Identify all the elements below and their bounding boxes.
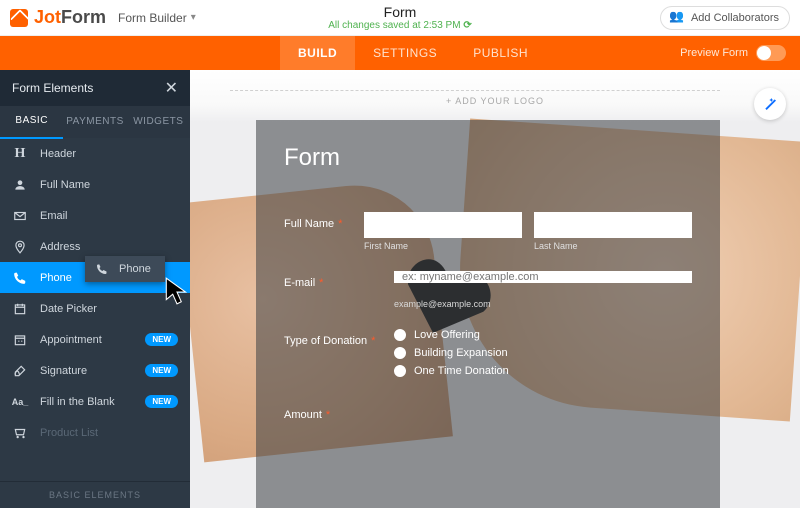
sidebar-item-fillblank[interactable]: Aa_ Fill in the Blank NEW bbox=[0, 386, 190, 417]
drag-preview-label: Phone bbox=[119, 263, 151, 275]
location-icon bbox=[12, 239, 28, 255]
sidebar-tabs: BASIC PAYMENTS WIDGETS bbox=[0, 106, 190, 138]
collab-label: Add Collaborators bbox=[691, 12, 779, 24]
drag-preview: Phone bbox=[85, 256, 165, 282]
radio-icon bbox=[394, 347, 406, 359]
firstname-input[interactable] bbox=[364, 212, 522, 238]
sidebar-item-label: Email bbox=[40, 210, 68, 222]
field-email[interactable]: E-mail* example@example.com bbox=[284, 271, 692, 309]
sidebar-tab-widgets[interactable]: WIDGETS bbox=[127, 106, 190, 138]
tab-publish[interactable]: PUBLISH bbox=[455, 36, 546, 70]
radio-label: One Time Donation bbox=[414, 365, 509, 377]
sidebar-item-productlist[interactable]: Product List bbox=[0, 417, 190, 448]
builder-label-text: Form Builder bbox=[118, 11, 187, 25]
cart-icon bbox=[12, 425, 28, 441]
sidebar-item-label: Full Name bbox=[40, 179, 90, 191]
email-icon bbox=[12, 208, 28, 224]
sidebar-item-label: Date Picker bbox=[40, 303, 97, 315]
field-donation-type[interactable]: Type of Donation* Love Offering Building… bbox=[284, 329, 692, 377]
phone-icon bbox=[95, 262, 109, 276]
lastname-input[interactable] bbox=[534, 212, 692, 238]
preview-label: Preview Form bbox=[680, 47, 748, 59]
donation-label: Type of Donation* bbox=[284, 329, 394, 347]
new-badge: NEW bbox=[145, 395, 178, 408]
logo-text-jot: Jot bbox=[34, 7, 61, 27]
logo-icon bbox=[10, 9, 28, 27]
form-canvas: + ADD YOUR LOGO Form Full Name* First Na… bbox=[190, 70, 800, 508]
page-title: Form bbox=[328, 4, 471, 20]
signature-icon bbox=[12, 363, 28, 379]
radio-building-expansion[interactable]: Building Expansion bbox=[394, 347, 692, 359]
sidebar-title: Form Elements bbox=[12, 81, 93, 95]
radio-love-offering[interactable]: Love Offering bbox=[394, 329, 692, 341]
add-logo-placeholder[interactable]: + ADD YOUR LOGO bbox=[446, 96, 544, 106]
form-title[interactable]: Form bbox=[284, 144, 692, 172]
appointment-icon bbox=[12, 332, 28, 348]
person-icon bbox=[12, 177, 28, 193]
calendar-icon bbox=[12, 301, 28, 317]
sidebar-item-label: Header bbox=[40, 148, 76, 160]
fullname-label: Full Name* bbox=[284, 212, 364, 230]
element-list: H Header Full Name Email Address Phone bbox=[0, 138, 190, 481]
cursor-icon bbox=[164, 276, 190, 311]
add-collaborators-button[interactable]: Add Collaborators bbox=[660, 6, 790, 30]
logo-text: JotForm bbox=[34, 7, 106, 28]
email-hint: example@example.com bbox=[394, 299, 692, 309]
radio-icon bbox=[394, 329, 406, 341]
tab-build[interactable]: BUILD bbox=[280, 36, 355, 70]
logo[interactable]: JotForm bbox=[10, 7, 106, 28]
sidebar-item-label: Appointment bbox=[40, 334, 102, 346]
tab-settings[interactable]: SETTINGS bbox=[355, 36, 455, 70]
field-amount[interactable]: Amount* bbox=[284, 403, 692, 421]
sidebar-item-datepicker[interactable]: Date Picker bbox=[0, 293, 190, 324]
radio-label: Building Expansion bbox=[414, 347, 508, 359]
sidebar-header: Form Elements ✕ bbox=[0, 70, 190, 106]
amount-label: Amount* bbox=[284, 403, 394, 421]
fillblank-icon: Aa_ bbox=[12, 394, 28, 410]
close-icon[interactable]: ✕ bbox=[165, 78, 178, 98]
sidebar-item-appointment[interactable]: Appointment NEW bbox=[0, 324, 190, 355]
email-label: E-mail* bbox=[284, 271, 394, 289]
preview-toggle-area: Preview Form bbox=[680, 45, 800, 61]
logo-text-form: Form bbox=[61, 7, 106, 27]
sidebar-tab-basic[interactable]: BASIC bbox=[0, 105, 63, 139]
header-dashed-line bbox=[230, 90, 720, 91]
sidebar-item-header[interactable]: H Header bbox=[0, 138, 190, 169]
save-status: All changes saved at 2:53 PM ⟳ bbox=[328, 20, 471, 31]
sidebar-item-label: Signature bbox=[40, 365, 87, 377]
phone-icon bbox=[12, 270, 28, 286]
radio-icon bbox=[394, 365, 406, 377]
heading-icon: H bbox=[12, 146, 28, 162]
sidebar-section-footer: BASIC ELEMENTS bbox=[0, 481, 190, 508]
field-fullname[interactable]: Full Name* First Name Last Name bbox=[284, 212, 692, 251]
sidebar-item-email[interactable]: Email bbox=[0, 200, 190, 231]
sidebar-item-label: Address bbox=[40, 241, 80, 253]
sidebar-item-label: Fill in the Blank bbox=[40, 396, 115, 408]
form-title-center: Form All changes saved at 2:53 PM ⟳ bbox=[328, 4, 471, 31]
people-icon bbox=[671, 11, 685, 25]
main-nav: BUILD SETTINGS PUBLISH Preview Form bbox=[0, 36, 800, 70]
builder-dropdown[interactable]: Form Builder ▾ bbox=[118, 11, 196, 25]
radio-label: Love Offering bbox=[414, 329, 480, 341]
email-input[interactable] bbox=[394, 271, 692, 283]
sidebar: Form Elements ✕ BASIC PAYMENTS WIDGETS H… bbox=[0, 70, 190, 508]
sidebar-item-fullname[interactable]: Full Name bbox=[0, 169, 190, 200]
sidebar-item-signature[interactable]: Signature NEW bbox=[0, 355, 190, 386]
reload-icon: ⟳ bbox=[463, 20, 471, 31]
chevron-down-icon: ▾ bbox=[191, 12, 196, 23]
sidebar-tab-payments[interactable]: PAYMENTS bbox=[63, 106, 126, 138]
new-badge: NEW bbox=[145, 364, 178, 377]
form-preview-panel: Form Full Name* First Name Last Name bbox=[256, 120, 720, 508]
app-header: JotForm Form Builder ▾ Form All changes … bbox=[0, 0, 800, 36]
firstname-sublabel: First Name bbox=[364, 241, 522, 251]
preview-toggle[interactable] bbox=[756, 45, 786, 61]
sidebar-item-label: Phone bbox=[40, 272, 72, 284]
magic-wand-button[interactable] bbox=[754, 88, 786, 120]
sidebar-item-label: Product List bbox=[40, 427, 98, 439]
radio-one-time[interactable]: One Time Donation bbox=[394, 365, 692, 377]
new-badge: NEW bbox=[145, 333, 178, 346]
lastname-sublabel: Last Name bbox=[534, 241, 692, 251]
